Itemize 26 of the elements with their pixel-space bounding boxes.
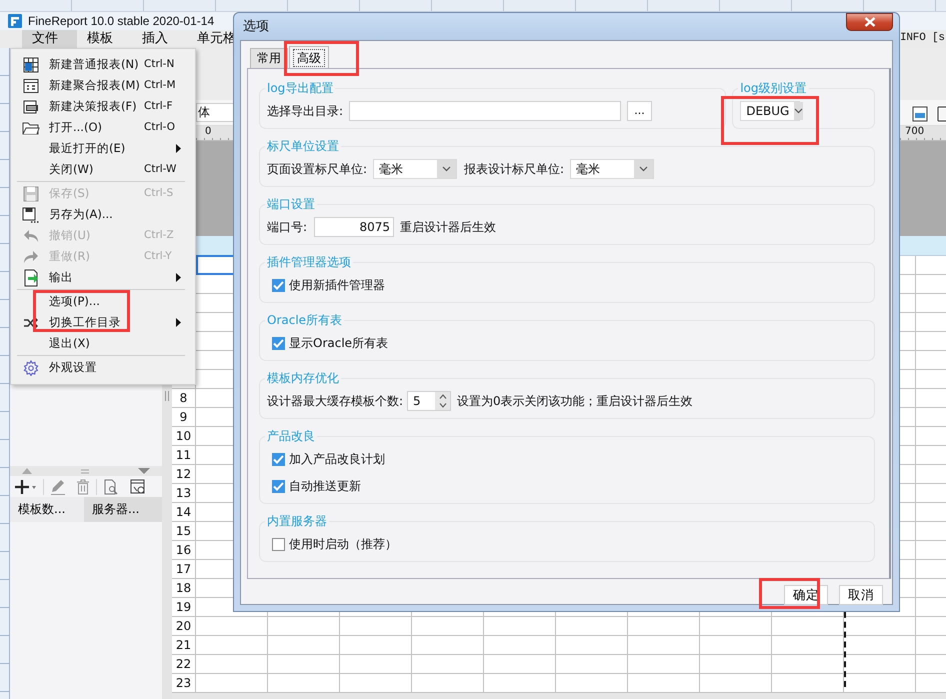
section-title: log导出配置 bbox=[266, 81, 334, 95]
section-title: 端口设置 bbox=[266, 197, 316, 211]
section-title: 标尺单位设置 bbox=[266, 139, 340, 153]
ruler-label: 700 bbox=[905, 126, 924, 138]
hint-text: 设置为0表示关闭该功能；重启设计器后生效 bbox=[457, 394, 693, 408]
ruler-label: 0 bbox=[205, 126, 212, 138]
checkbox-label: 加入产品改良计划 bbox=[289, 452, 385, 466]
section-title: 插件管理器选项 bbox=[266, 255, 352, 269]
checkbox-label: 自动推送更新 bbox=[289, 478, 361, 494]
section-title: 模板内存优化 bbox=[266, 371, 340, 385]
section-title: log级别设置 bbox=[739, 81, 808, 95]
window-title: FineReport 10.0 stable 2020-01-14 bbox=[28, 14, 214, 28]
checkbox-label: 使用时启动（推荐） bbox=[289, 536, 397, 552]
field-label: 选择导出目录: bbox=[267, 104, 344, 118]
checkbox-label: 使用新插件管理器 bbox=[289, 278, 385, 292]
checkbox-label: 显示Oracle所有表 bbox=[289, 336, 388, 350]
section-title: 内置服务器 bbox=[266, 514, 328, 528]
hint-text: 重启设计器后生效 bbox=[400, 220, 496, 234]
field-label: 报表设计标尺单位: bbox=[464, 162, 564, 176]
field-label: 设计器最大缓存模板个数: bbox=[267, 394, 404, 408]
field-label: 端口号: bbox=[267, 220, 308, 234]
section-title: 产品改良 bbox=[266, 429, 316, 443]
section-title: Oracle所有表 bbox=[266, 313, 344, 327]
log-text: INFO [s bbox=[900, 32, 945, 46]
dialog-title: 选项 bbox=[243, 18, 269, 34]
field-label: 页面设置标尺单位: bbox=[267, 162, 368, 176]
